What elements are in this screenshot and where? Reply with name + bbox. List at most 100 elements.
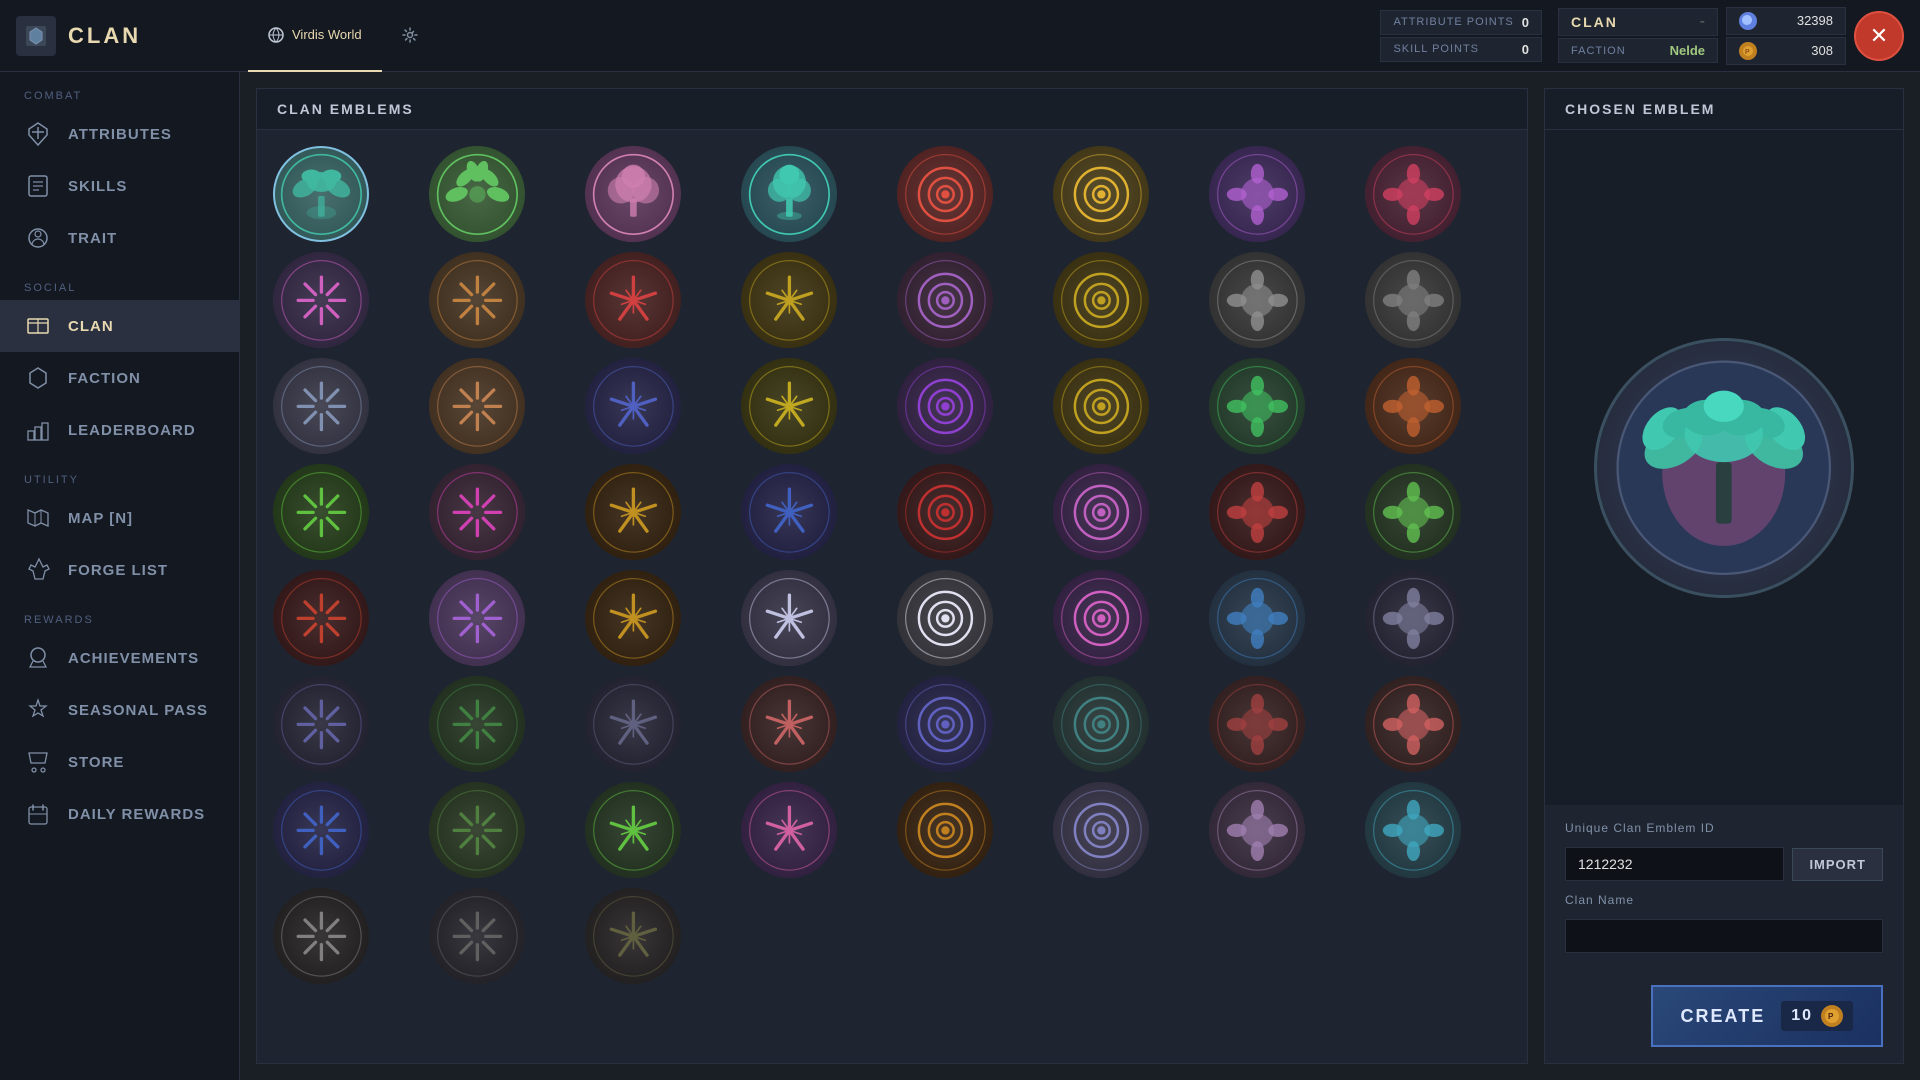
emblem-51[interactable] bbox=[741, 782, 837, 878]
tab-virdis-world[interactable]: Virdis World bbox=[248, 0, 382, 72]
attribute-points-label: ATTRIBUTE POINTS bbox=[1393, 16, 1513, 28]
clan-minus-btn[interactable]: - bbox=[1700, 13, 1705, 31]
map-icon bbox=[24, 504, 52, 532]
emblem-0[interactable] bbox=[273, 146, 369, 242]
achievements-icon bbox=[24, 644, 52, 672]
emblem-18[interactable] bbox=[585, 358, 681, 454]
sidebar-item-skills[interactable]: SKILLS bbox=[0, 160, 239, 212]
sidebar-item-forgelist-label: FORGE LIST bbox=[68, 562, 168, 579]
emblem-11[interactable] bbox=[741, 252, 837, 348]
sidebar-item-forgelist[interactable]: FORGE LIST bbox=[0, 544, 239, 596]
emblem-37[interactable] bbox=[1053, 570, 1149, 666]
store-icon bbox=[24, 748, 52, 776]
emblem-54[interactable] bbox=[1209, 782, 1305, 878]
sidebar-item-store[interactable]: STORE bbox=[0, 736, 239, 788]
sidebar-item-attributes[interactable]: ATTRIBUTES bbox=[0, 108, 239, 160]
emblem-35[interactable] bbox=[741, 570, 837, 666]
clan-header-name: CLAN bbox=[1571, 14, 1692, 30]
emblem-50[interactable] bbox=[585, 782, 681, 878]
emblem-52[interactable] bbox=[897, 782, 993, 878]
skills-icon bbox=[24, 172, 52, 200]
emblem-53[interactable] bbox=[1053, 782, 1149, 878]
sidebar-item-achievements-label: ACHIEVEMENTS bbox=[68, 650, 199, 667]
emblem-id-input[interactable] bbox=[1565, 847, 1784, 881]
emblem-16[interactable] bbox=[273, 358, 369, 454]
emblem-41[interactable] bbox=[429, 676, 525, 772]
emblem-9[interactable] bbox=[429, 252, 525, 348]
sidebar-item-trait[interactable]: TRAIT bbox=[0, 212, 239, 264]
emblem-42[interactable] bbox=[585, 676, 681, 772]
create-cost-value: 10 bbox=[1791, 1007, 1813, 1025]
emblem-30[interactable] bbox=[1209, 464, 1305, 560]
emblem-27[interactable] bbox=[741, 464, 837, 560]
emblem-13[interactable] bbox=[1053, 252, 1149, 348]
emblem-25[interactable] bbox=[429, 464, 525, 560]
sidebar-item-seasonal-pass[interactable]: SEASONAL PASS bbox=[0, 684, 239, 736]
emblem-19[interactable] bbox=[741, 358, 837, 454]
skill-points-label: SKILL POINTS bbox=[1393, 43, 1513, 55]
emblem-32[interactable] bbox=[273, 570, 369, 666]
emblem-29[interactable] bbox=[1053, 464, 1149, 560]
emblem-47[interactable] bbox=[1365, 676, 1461, 772]
emblem-3[interactable] bbox=[741, 146, 837, 242]
close-button[interactable]: ✕ bbox=[1854, 11, 1904, 61]
emblem-57[interactable] bbox=[429, 888, 525, 984]
sidebar-item-clan[interactable]: CLAN bbox=[0, 300, 239, 352]
sidebar-item-trait-label: TRAIT bbox=[68, 230, 117, 247]
emblem-10[interactable] bbox=[585, 252, 681, 348]
emblem-56[interactable] bbox=[273, 888, 369, 984]
emblem-8[interactable] bbox=[273, 252, 369, 348]
emblem-38[interactable] bbox=[1209, 570, 1305, 666]
emblem-1[interactable] bbox=[429, 146, 525, 242]
sidebar-item-faction[interactable]: FACTION bbox=[0, 352, 239, 404]
emblem-21[interactable] bbox=[1053, 358, 1149, 454]
emblem-34[interactable] bbox=[585, 570, 681, 666]
sidebar-item-daily-rewards-label: DAILY REWARDS bbox=[68, 806, 205, 823]
emblem-45[interactable] bbox=[1053, 676, 1149, 772]
emblem-2[interactable] bbox=[585, 146, 681, 242]
create-button[interactable]: CREATE 10 P bbox=[1651, 985, 1883, 1047]
emblem-49[interactable] bbox=[429, 782, 525, 878]
sidebar-item-store-label: STORE bbox=[68, 754, 124, 771]
emblem-46[interactable] bbox=[1209, 676, 1305, 772]
emblem-22[interactable] bbox=[1209, 358, 1305, 454]
emblem-6[interactable] bbox=[1209, 146, 1305, 242]
emblem-44[interactable] bbox=[897, 676, 993, 772]
emblem-24[interactable] bbox=[273, 464, 369, 560]
emblem-40[interactable] bbox=[273, 676, 369, 772]
sidebar-item-leaderboard[interactable]: LEADERBOARD bbox=[0, 404, 239, 456]
tab-settings[interactable] bbox=[382, 0, 438, 72]
emblem-20[interactable] bbox=[897, 358, 993, 454]
sidebar-item-daily-rewards[interactable]: DAILY REWARDS bbox=[0, 788, 239, 840]
currency-gold-value: 308 bbox=[1811, 43, 1833, 58]
emblems-grid-wrapper[interactable] bbox=[257, 130, 1527, 1063]
sidebar-item-seasonal-pass-label: SEASONAL PASS bbox=[68, 702, 208, 719]
emblem-17[interactable] bbox=[429, 358, 525, 454]
emblem-36[interactable] bbox=[897, 570, 993, 666]
emblem-23[interactable] bbox=[1365, 358, 1461, 454]
sidebar-item-achievements[interactable]: ACHIEVEMENTS bbox=[0, 632, 239, 684]
emblem-58[interactable] bbox=[585, 888, 681, 984]
emblem-28[interactable] bbox=[897, 464, 993, 560]
import-button[interactable]: Import bbox=[1792, 848, 1883, 881]
emblem-14[interactable] bbox=[1209, 252, 1305, 348]
emblem-48[interactable] bbox=[273, 782, 369, 878]
emblem-31[interactable] bbox=[1365, 464, 1461, 560]
emblem-43[interactable] bbox=[741, 676, 837, 772]
emblem-12[interactable] bbox=[897, 252, 993, 348]
emblem-7[interactable] bbox=[1365, 146, 1461, 242]
svg-text:P: P bbox=[1828, 1012, 1835, 1021]
points-group: ATTRIBUTE POINTS 0 SKILL POINTS 0 bbox=[1380, 10, 1542, 62]
emblem-15[interactable] bbox=[1365, 252, 1461, 348]
clan-name-input[interactable] bbox=[1565, 919, 1883, 953]
emblem-39[interactable] bbox=[1365, 570, 1461, 666]
emblem-4[interactable] bbox=[897, 146, 993, 242]
emblem-5[interactable] bbox=[1053, 146, 1149, 242]
emblem-33[interactable] bbox=[429, 570, 525, 666]
currency-moon-value: 32398 bbox=[1797, 13, 1833, 28]
trait-icon bbox=[24, 224, 52, 252]
emblem-55[interactable] bbox=[1365, 782, 1461, 878]
sidebar-item-map[interactable]: MAP [N] bbox=[0, 492, 239, 544]
emblem-26[interactable] bbox=[585, 464, 681, 560]
tab-virdis-world-label: Virdis World bbox=[292, 27, 362, 42]
